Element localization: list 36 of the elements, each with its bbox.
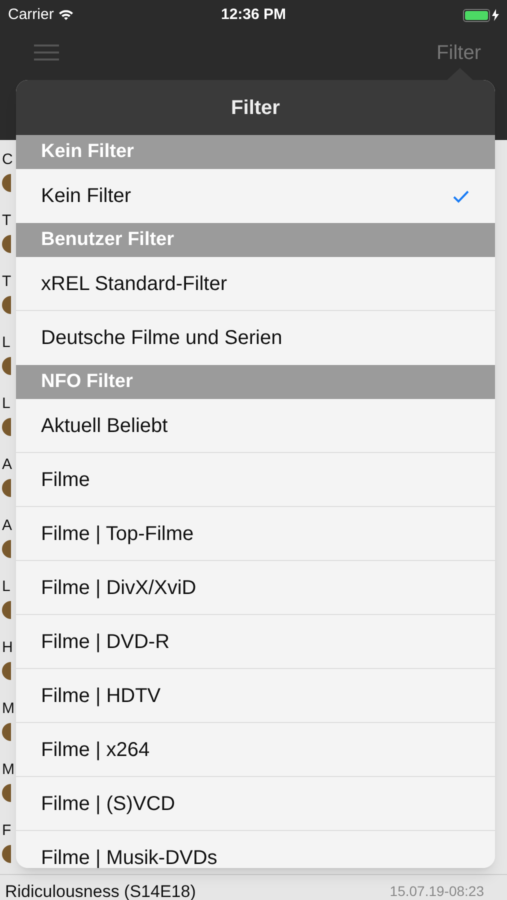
section-header: Kein Filter	[41, 140, 134, 164]
section-header: Benutzer Filter	[41, 228, 174, 252]
time-label: 12:36 PM	[220, 4, 286, 25]
row-title: F	[2, 821, 12, 841]
filter-option[interactable]: Filme | HDTV	[16, 669, 495, 723]
row-title: Ridiculousness (S14E18)	[5, 880, 196, 900]
row-title: T	[2, 272, 12, 292]
carrier-label: Carrier	[8, 4, 54, 25]
filter-option[interactable]: Kein Filter	[16, 169, 495, 223]
battery-icon	[463, 8, 499, 22]
row-title: L	[2, 333, 10, 353]
filter-option[interactable]: Filme | x264	[16, 723, 495, 777]
row-title: L	[2, 394, 10, 414]
filter-option[interactable]: Filme | DivX/XviD	[16, 561, 495, 615]
row-date: 15.07.19-08:23	[390, 882, 484, 900]
filter-option[interactable]: Filme	[16, 453, 495, 507]
row-title: A	[2, 516, 12, 536]
popover-title: Filter	[231, 96, 280, 120]
filter-option[interactable]: Aktuell Beliebt	[16, 399, 495, 453]
row-title: M	[2, 760, 14, 780]
row-title: M	[2, 699, 14, 719]
row-title: H	[2, 638, 13, 658]
filter-option[interactable]: Filme | (S)VCD	[16, 777, 495, 831]
wifi-icon	[58, 9, 74, 21]
row-title: A	[2, 455, 12, 475]
section-header: NFO Filter	[41, 370, 133, 394]
filter-option[interactable]: Filme | Top-Filme	[16, 507, 495, 561]
row-title: T	[2, 211, 12, 231]
filter-option[interactable]: xREL Standard-Filter	[16, 257, 495, 311]
checkmark-icon	[453, 190, 469, 202]
filter-option[interactable]: Filme | DVD-R	[16, 615, 495, 669]
row-title: L	[2, 577, 10, 597]
menu-icon[interactable]	[34, 44, 59, 61]
filter-option[interactable]: Deutsche Filme und Serien	[16, 311, 495, 365]
row-title: C	[2, 150, 13, 170]
filter-option[interactable]: Filme | Musik-DVDs	[16, 831, 495, 868]
